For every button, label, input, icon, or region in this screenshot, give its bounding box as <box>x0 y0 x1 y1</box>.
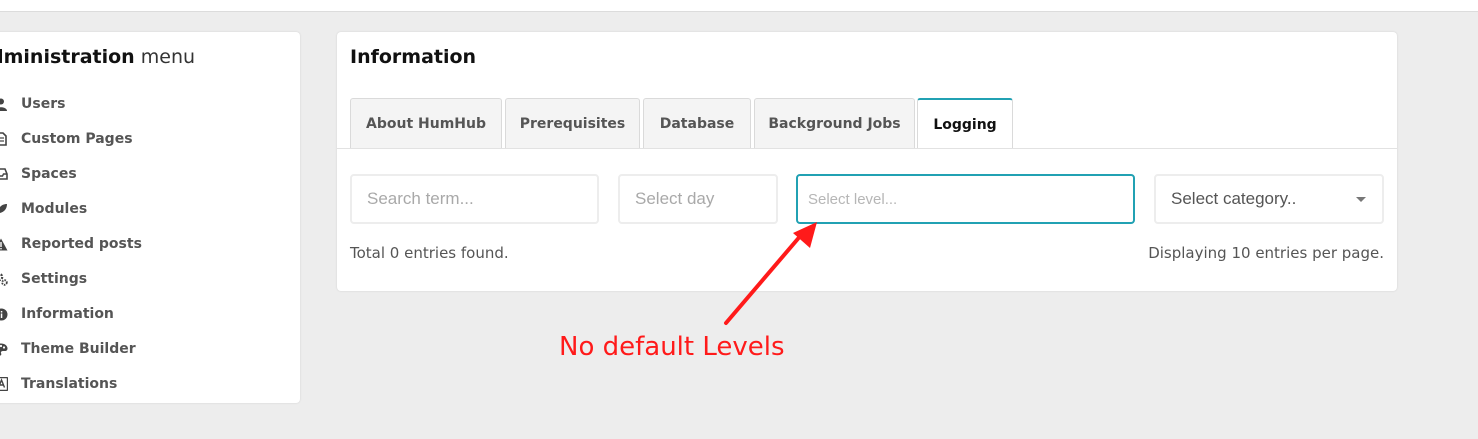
chevron-down-icon <box>1356 197 1366 202</box>
gears-icon <box>0 272 8 286</box>
per-page-text: Displaying 10 entries per page. <box>1148 244 1384 262</box>
sidebar-item-label: Settings <box>21 271 88 287</box>
sidebar-item-label: Modules <box>21 201 88 217</box>
palette-icon <box>0 342 8 356</box>
sidebar-item-modules[interactable]: Modules <box>0 199 87 219</box>
sidebar-title-light: menu <box>140 46 196 68</box>
sidebar-item-settings[interactable]: Settings <box>0 269 87 289</box>
sidebar-item-label: Spaces <box>21 166 77 182</box>
day-picker-input[interactable] <box>618 174 778 224</box>
tab-database[interactable]: Database <box>643 98 751 148</box>
sidebar-title-bold: dministration <box>0 46 135 68</box>
category-select[interactable]: Select category.. <box>1154 174 1384 224</box>
sidebar-item-information[interactable]: Information <box>0 304 114 324</box>
user-icon <box>0 97 8 111</box>
tab-divider <box>337 148 1397 149</box>
file-icon <box>0 132 8 146</box>
sidebar-item-users[interactable]: Users <box>0 94 65 114</box>
page-title: Information <box>350 46 477 68</box>
tab-logging[interactable]: Logging <box>917 98 1013 149</box>
sidebar-item-label: Translations <box>21 376 118 392</box>
tab-prerequisites[interactable]: Prerequisites <box>505 98 640 148</box>
sidebar-item-label: Information <box>21 306 114 322</box>
language-icon <box>0 377 8 391</box>
rocket-icon <box>0 202 8 216</box>
level-select-input[interactable] <box>796 174 1135 224</box>
tab-about-humhub[interactable]: About HumHub <box>350 98 502 148</box>
sidebar-item-label: Reported posts <box>21 236 142 252</box>
tab-background-jobs[interactable]: Background Jobs <box>754 98 915 148</box>
information-panel: Information About HumHub Prerequisites D… <box>337 32 1397 291</box>
annotation-text: No default Levels <box>559 332 785 362</box>
category-select-value: Select category.. <box>1171 189 1297 208</box>
sidebar-item-label: Users <box>21 96 66 112</box>
sidebar-item-spaces[interactable]: Spaces <box>0 164 77 184</box>
sidebar-item-label: Custom Pages <box>21 131 133 147</box>
sidebar-item-reported-posts[interactable]: Reported posts <box>0 234 142 254</box>
sidebar-item-label: Theme Builder <box>21 341 136 357</box>
search-input[interactable] <box>350 174 599 224</box>
inbox-icon <box>0 167 8 181</box>
total-entries-text: Total 0 entries found. <box>350 244 509 262</box>
admin-sidebar: dministration menu Users Custom Pages Sp… <box>0 32 300 403</box>
warning-icon <box>0 237 8 251</box>
top-navbar <box>0 0 1478 12</box>
sidebar-item-translations[interactable]: Translations <box>0 374 117 394</box>
sidebar-title: dministration menu <box>0 46 195 68</box>
sidebar-item-theme-builder[interactable]: Theme Builder <box>0 339 136 359</box>
sidebar-item-custom-pages[interactable]: Custom Pages <box>0 129 133 149</box>
info-icon <box>0 307 8 321</box>
